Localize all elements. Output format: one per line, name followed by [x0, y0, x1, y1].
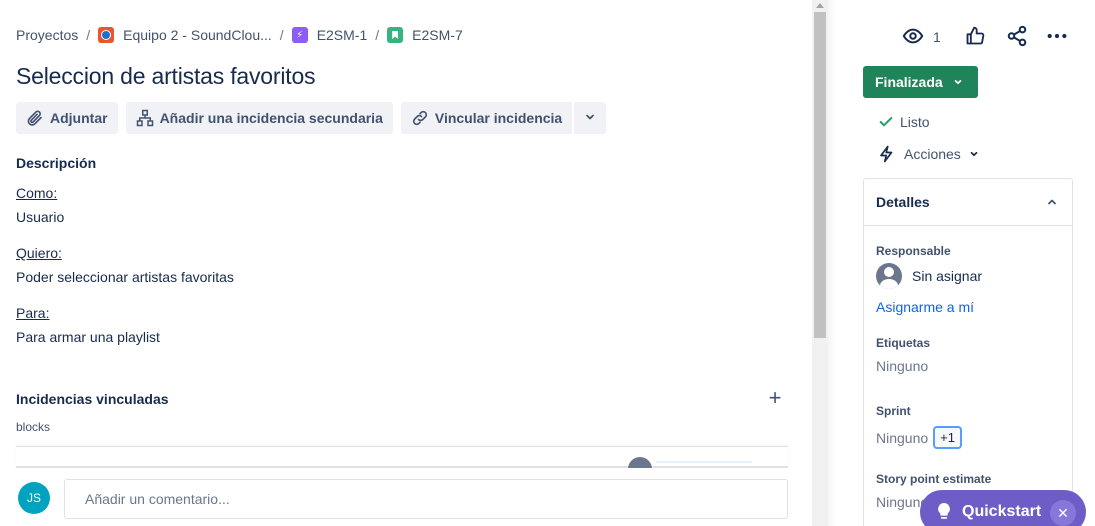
thumbs-up-icon — [965, 26, 985, 49]
link-issue-button[interactable]: Vincular incidencia — [400, 102, 573, 134]
link-issue-label: Vincular incidencia — [434, 110, 563, 126]
breadcrumb-projects[interactable]: Proyectos — [16, 27, 78, 43]
description-heading: Descripción — [16, 155, 97, 171]
breadcrumb-issue-key[interactable]: E2SM-7 — [412, 27, 463, 43]
sprint-value[interactable]: Ninguno +1 — [876, 426, 962, 449]
issue-toolbar: Adjuntar Añadir una incidencia secundari… — [16, 102, 607, 134]
labels-label: Etiquetas — [876, 336, 931, 350]
scrollbar[interactable] — [812, 0, 828, 526]
chevron-up-icon — [1046, 196, 1058, 208]
actions-dropdown[interactable]: Acciones — [878, 145, 979, 163]
add-child-issue-button[interactable]: Añadir una incidencia secundaria — [125, 102, 393, 134]
avatar[interactable]: JS — [18, 482, 50, 514]
eye-icon — [902, 25, 924, 50]
details-header[interactable]: Detalles — [864, 179, 1072, 226]
unassigned-user-icon — [876, 263, 902, 289]
description-text: Para armar una playlist — [16, 329, 160, 345]
description-label: Quiero: — [16, 245, 62, 261]
comment-bar: JS Añadir un comentario... — [0, 468, 812, 526]
description-body[interactable]: Como: Usuario Quiero: Poder seleccionar … — [16, 181, 234, 349]
resolution: Listo — [878, 114, 930, 130]
assignee-field: Responsable Sin asignar Asignarme a mí — [876, 244, 982, 315]
description-label: Como: — [16, 185, 58, 201]
epic-icon: ⚡ — [291, 27, 308, 43]
breadcrumb-epic[interactable]: E2SM-1 — [317, 27, 368, 43]
project-icon — [98, 27, 115, 43]
issue-main-panel: Proyectos / Equipo 2 - SoundClou... / ⚡ … — [0, 0, 812, 526]
assignee-label: Responsable — [876, 244, 951, 258]
scroll-up-arrow-icon[interactable] — [816, 3, 824, 8]
watch-count: 1 — [933, 29, 941, 45]
scrollbar-thumb[interactable] — [814, 12, 826, 338]
status-label: Finalizada — [875, 74, 943, 90]
watch-button[interactable]: 1 — [902, 26, 941, 48]
panel-divider[interactable] — [828, 0, 836, 526]
link-icon — [411, 109, 429, 127]
sprint-label: Sprint — [876, 404, 911, 418]
assignee-name: Sin asignar — [912, 268, 983, 284]
chevron-down-icon — [969, 149, 979, 159]
attach-button[interactable]: Adjuntar — [16, 102, 118, 134]
add-child-label: Añadir una incidencia secundaria — [159, 110, 383, 126]
share-button[interactable] — [1006, 25, 1028, 50]
sprint-value-text: Ninguno — [876, 429, 929, 446]
actions-label: Acciones — [904, 146, 961, 162]
breadcrumb: Proyectos / Equipo 2 - SoundClou... / ⚡ … — [16, 27, 463, 43]
link-relation-label: blocks — [16, 420, 51, 434]
hierarchy-icon — [136, 109, 154, 127]
labels-field: Etiquetas Ninguno — [876, 336, 930, 374]
attach-label: Adjuntar — [50, 110, 108, 126]
story-points-label: Story point estimate — [876, 472, 992, 486]
checkmark-icon — [878, 114, 894, 130]
chevron-down-icon — [953, 74, 963, 90]
linked-issue-card[interactable] — [16, 446, 788, 469]
labels-value[interactable]: Ninguno — [876, 358, 930, 374]
sprint-field: Sprint Ninguno +1 — [876, 404, 962, 449]
details-heading: Detalles — [876, 194, 930, 210]
more-options-button[interactable] — [1046, 26, 1068, 48]
chevron-down-icon — [584, 110, 596, 126]
quickstart-button[interactable]: Quickstart ✕ — [920, 490, 1086, 526]
breadcrumb-separator: / — [375, 27, 380, 43]
lightbulb-icon — [936, 503, 952, 521]
close-icon[interactable]: ✕ — [1050, 500, 1076, 526]
assignee-value[interactable]: Sin asignar — [876, 263, 982, 289]
description-text: Poder seleccionar artistas favoritas — [16, 269, 234, 285]
more-actions-button[interactable] — [574, 102, 607, 134]
breadcrumb-separator: / — [279, 27, 284, 43]
vote-button[interactable] — [965, 26, 985, 48]
add-linked-issue-plus-icon[interactable]: + — [765, 387, 785, 409]
paperclip-icon — [26, 109, 44, 127]
story-icon — [387, 27, 404, 43]
resolution-label: Listo — [900, 114, 930, 130]
lightning-icon — [878, 145, 896, 163]
status-dropdown[interactable]: Finalizada — [863, 66, 978, 98]
breadcrumb-project[interactable]: Equipo 2 - SoundClou... — [123, 27, 272, 43]
quickstart-label: Quickstart — [962, 503, 1042, 520]
description-text: Usuario — [16, 209, 65, 225]
issue-header-actions: 1 — [836, 25, 1095, 50]
sprint-count-badge[interactable]: +1 — [933, 426, 962, 449]
linked-issues-heading: Incidencias vinculadas — [16, 391, 169, 407]
share-icon — [1006, 25, 1028, 50]
assign-to-me-link[interactable]: Asignarme a mí — [876, 299, 982, 315]
more-dots-icon — [1046, 25, 1068, 50]
issue-sidebar: 1 Finalizada Listo Acciones Detalles Res… — [836, 0, 1095, 526]
description-label: Para: — [16, 305, 50, 321]
comment-input[interactable]: Añadir un comentario... — [64, 479, 788, 519]
link-issue-split-button: Vincular incidencia — [400, 102, 607, 134]
breadcrumb-separator: / — [86, 27, 91, 43]
issue-title[interactable]: Seleccion de artistas favoritos — [16, 63, 316, 90]
details-panel: Detalles Responsable Sin asignar Asignar… — [863, 178, 1073, 526]
